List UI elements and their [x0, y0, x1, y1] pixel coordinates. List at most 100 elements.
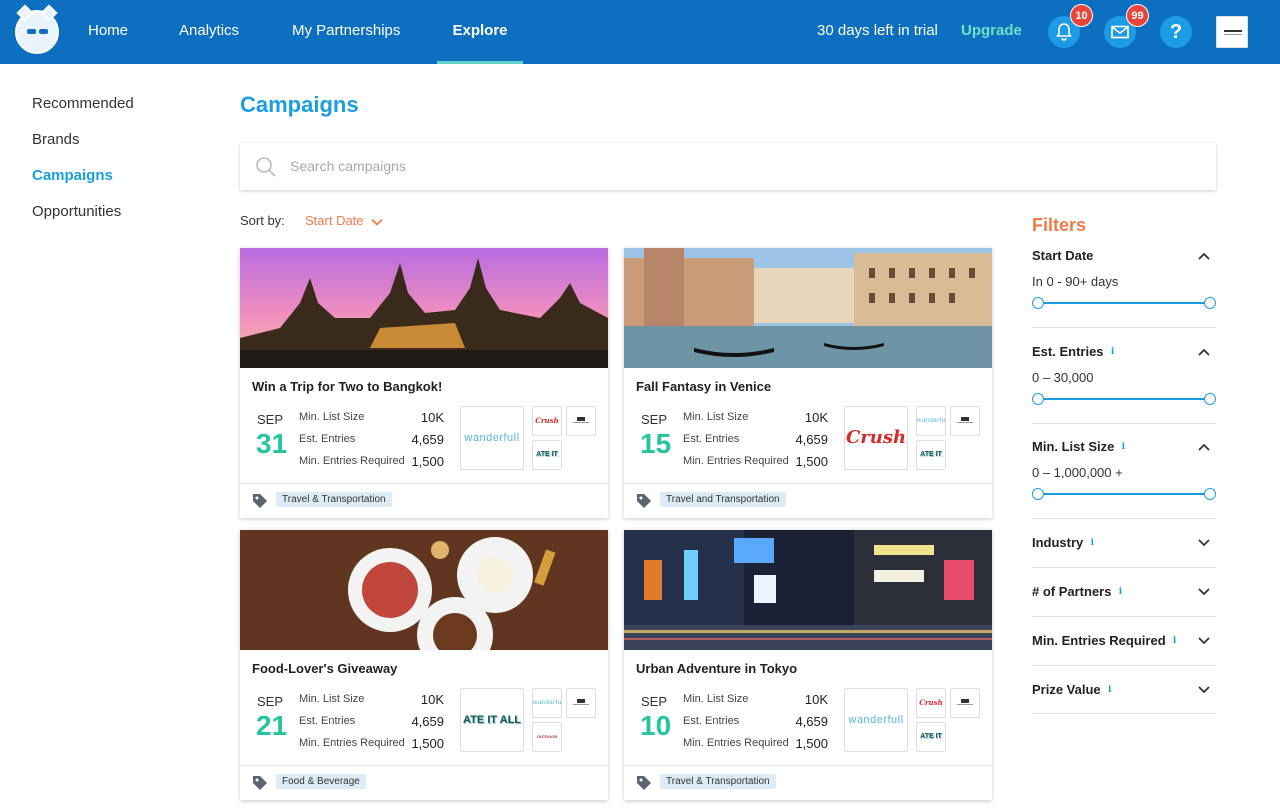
- brand-logo-main[interactable]: ATE IT ALL: [460, 688, 524, 752]
- nav-explore[interactable]: Explore: [437, 0, 523, 64]
- brand-logo-small[interactable]: Crush: [532, 406, 562, 436]
- nav-analytics[interactable]: Analytics: [179, 0, 239, 64]
- industry-tag[interactable]: Travel and Transportation: [660, 492, 786, 507]
- campaign-month: SEP: [641, 412, 668, 427]
- slider-min-handle[interactable]: [1032, 488, 1044, 500]
- slider-max-handle[interactable]: [1204, 297, 1216, 309]
- sidebar-item-brands[interactable]: Brands: [32, 131, 80, 148]
- campaign-card[interactable]: Win a Trip for Two to Bangkok! SEP 31 Mi…: [240, 248, 608, 518]
- est-entries-slider[interactable]: [1038, 398, 1210, 400]
- sort-label: Sort by:: [240, 213, 285, 228]
- sidebar-item-campaigns[interactable]: Campaigns: [32, 167, 113, 184]
- notification-count-badge: 10: [1070, 4, 1093, 27]
- filter-min-list-size-value: 0 – 1,000,000 +: [1032, 465, 1123, 480]
- nav-home[interactable]: Home: [88, 0, 128, 64]
- brand-logo-small[interactable]: wanderfull: [532, 688, 562, 718]
- sidebar-item-recommended[interactable]: Recommended: [32, 95, 134, 112]
- campaign-title: Win a Trip for Two to Bangkok!: [252, 379, 443, 394]
- brand-logo-small[interactable]: wanderfull: [916, 406, 946, 436]
- upgrade-link[interactable]: Upgrade: [961, 22, 1022, 39]
- info-icon[interactable]: i: [1087, 538, 1097, 548]
- filter-min-entries-label[interactable]: Min. Entries Required i: [1032, 633, 1180, 648]
- campaign-title: Urban Adventure in Tokyo: [636, 661, 798, 676]
- est-entries-label: Est. Entries: [299, 433, 356, 445]
- sort-dropdown[interactable]: Start Date: [305, 213, 383, 228]
- filter-min-list-size-label[interactable]: Min. List Size i: [1032, 439, 1128, 454]
- filter-industry-label[interactable]: Industry i: [1032, 535, 1097, 550]
- min-list-size-slider[interactable]: [1038, 493, 1210, 495]
- search-input[interactable]: [290, 155, 1190, 177]
- brand-logo-main[interactable]: wanderfull: [460, 406, 524, 470]
- messages-button[interactable]: 99: [1104, 4, 1149, 48]
- campaign-card[interactable]: Fall Fantasy in Venice SEP 15 Min. List …: [624, 248, 992, 518]
- avatar[interactable]: [1216, 16, 1248, 48]
- brand-logo-small[interactable]: ATE IT ALL: [916, 440, 946, 470]
- tag-icon: [253, 494, 267, 508]
- help-icon[interactable]: ?: [1160, 16, 1192, 48]
- nav-my-partnerships[interactable]: My Partnerships: [292, 0, 400, 64]
- brand-logo-small[interactable]: ATE IT ALL: [916, 722, 946, 752]
- brand-logo-small[interactable]: [566, 406, 596, 436]
- slider-max-handle[interactable]: [1204, 488, 1216, 500]
- chevron-down-icon[interactable]: [1197, 685, 1211, 695]
- min-list-size-value: 10K: [804, 692, 828, 707]
- slider-min-handle[interactable]: [1032, 393, 1044, 405]
- chevron-down-icon[interactable]: [1197, 636, 1211, 646]
- chevron-down-icon[interactable]: [1197, 538, 1211, 548]
- brand-mark-icon: [573, 699, 589, 705]
- divider: [240, 765, 608, 766]
- est-entries-value: 4,659: [795, 714, 828, 729]
- industry-tag[interactable]: Food & Beverage: [276, 774, 366, 789]
- min-list-size-value: 10K: [420, 692, 444, 707]
- tiger-logo-icon[interactable]: [15, 4, 59, 54]
- filter-est-entries-label[interactable]: Est. Entries i: [1032, 344, 1118, 359]
- industry-tag[interactable]: Travel & Transportation: [276, 492, 392, 507]
- brand-logo-main[interactable]: Crush: [844, 406, 908, 470]
- info-icon[interactable]: i: [1170, 636, 1180, 646]
- filter-prize-value-label[interactable]: Prize Value i: [1032, 682, 1115, 697]
- divider: [1032, 616, 1216, 617]
- brand-logo-small[interactable]: [950, 406, 980, 436]
- info-icon[interactable]: i: [1108, 347, 1118, 357]
- campaign-month: SEP: [257, 412, 284, 427]
- slider-max-handle[interactable]: [1204, 393, 1216, 405]
- divider: [1032, 665, 1216, 666]
- brand-logo-main[interactable]: wanderfull: [844, 688, 908, 752]
- filter-partners-label[interactable]: # of Partners i: [1032, 584, 1125, 599]
- chevron-down-icon[interactable]: [1197, 587, 1211, 597]
- brand-logo-small[interactable]: OUTDOOR SPORTS: [532, 722, 562, 752]
- divider: [240, 483, 608, 484]
- brand-logo-small[interactable]: Crush: [916, 688, 946, 718]
- chevron-up-icon[interactable]: [1197, 442, 1211, 452]
- est-entries-label: Est. Entries: [683, 433, 740, 445]
- brand-logo-small[interactable]: ATE IT ALL: [532, 440, 562, 470]
- info-icon[interactable]: i: [1105, 685, 1115, 695]
- notifications-button[interactable]: 10: [1048, 4, 1093, 48]
- min-entries-required-label: Min. Entries Required: [299, 455, 405, 467]
- est-entries-value: 4,659: [411, 714, 444, 729]
- est-entries-value: 4,659: [795, 432, 828, 447]
- info-icon[interactable]: i: [1118, 442, 1128, 452]
- min-list-size-label: Min. List Size: [299, 411, 365, 423]
- industry-tag[interactable]: Travel & Transportation: [660, 774, 776, 789]
- min-entries-required-value: 1,500: [795, 736, 828, 751]
- brand-logo-small[interactable]: [950, 688, 980, 718]
- est-entries-label: Est. Entries: [299, 715, 356, 727]
- filter-est-entries-value: 0 – 30,000: [1032, 370, 1094, 385]
- campaign-card[interactable]: Food-Lover's Giveaway SEP 21 Min. List S…: [240, 530, 608, 800]
- bell-icon: [1056, 23, 1072, 41]
- campaign-image-bangkok: [240, 248, 608, 368]
- brand-logo-small[interactable]: [566, 688, 596, 718]
- chevron-up-icon[interactable]: [1197, 251, 1211, 261]
- filter-start-date-label[interactable]: Start Date: [1032, 248, 1093, 263]
- tag-icon: [637, 776, 651, 790]
- chevron-down-icon: [371, 218, 383, 226]
- campaign-card[interactable]: Urban Adventure in Tokyo SEP 10 Min. Lis…: [624, 530, 992, 800]
- start-date-slider[interactable]: [1038, 302, 1210, 304]
- sidebar-item-opportunities[interactable]: Opportunities: [32, 203, 121, 220]
- slider-min-handle[interactable]: [1032, 297, 1044, 309]
- chevron-up-icon[interactable]: [1197, 347, 1211, 357]
- min-list-size-label: Min. List Size: [683, 411, 749, 423]
- divider: [1032, 327, 1216, 328]
- info-icon[interactable]: i: [1115, 587, 1125, 597]
